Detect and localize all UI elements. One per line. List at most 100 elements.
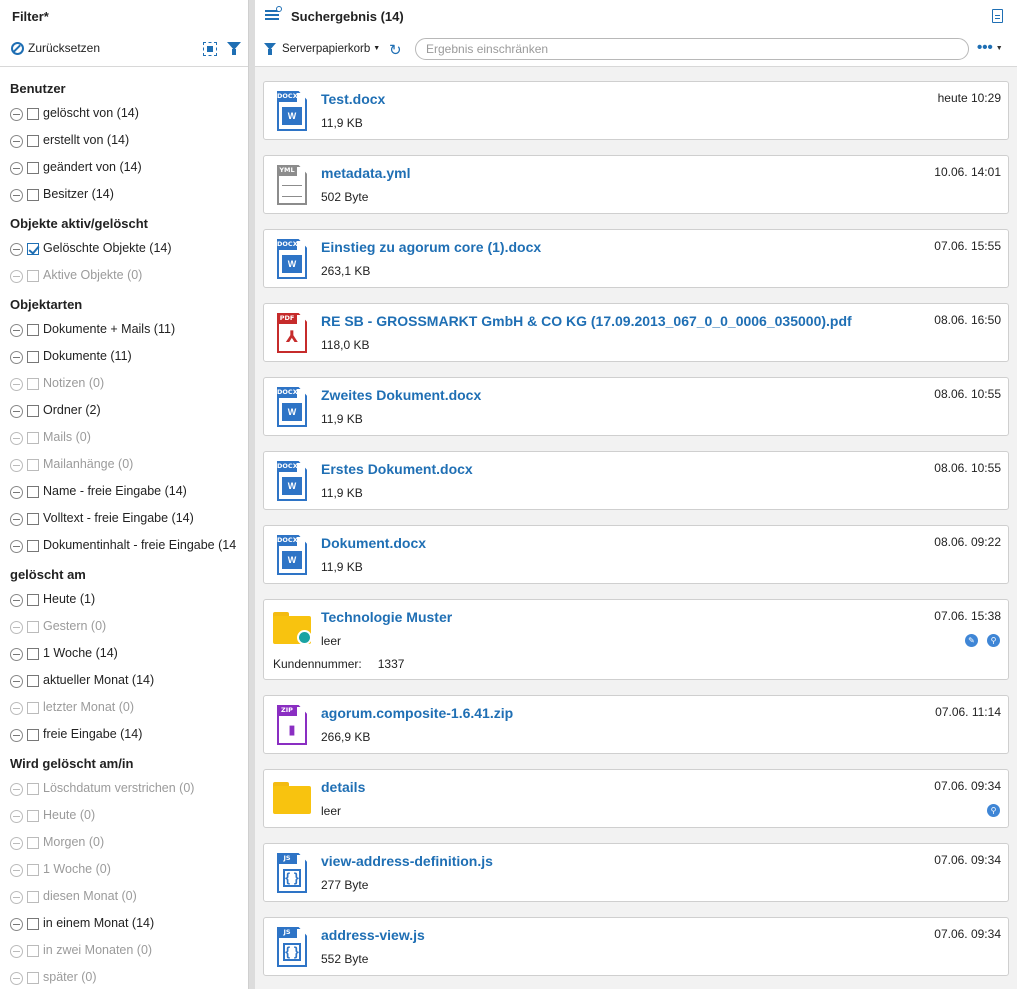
search-icon[interactable]: ⚲ (987, 804, 1000, 817)
filter-checkbox[interactable] (27, 351, 39, 363)
result-card[interactable]: YML metadata.yml 502 Byte 10.06. 14:01 (263, 155, 1009, 214)
filter-settings-icon[interactable] (227, 42, 241, 55)
exclude-icon[interactable] (10, 675, 23, 688)
exclude-icon[interactable] (10, 108, 23, 121)
filter-checkbox[interactable] (27, 540, 39, 552)
result-name-link[interactable]: Dokument.docx (321, 535, 426, 551)
filter-checkbox[interactable] (27, 324, 39, 336)
result-card[interactable]: DOCX W Test.docx 11,9 KB heute 10:29 (263, 81, 1009, 140)
filter-checkbox[interactable] (27, 621, 39, 633)
filter-option[interactable]: Besitzer (14) (0, 187, 248, 214)
filter-checkbox[interactable] (27, 432, 39, 444)
filter-checkbox[interactable] (27, 729, 39, 741)
exclude-icon[interactable] (10, 648, 23, 661)
filter-checkbox[interactable] (27, 702, 39, 714)
filter-checkbox[interactable] (27, 135, 39, 147)
filter-option[interactable]: Name - freie Eingabe (14) (0, 484, 248, 511)
result-card[interactable]: DOCX W Einstieg zu agorum core (1).docx 263… (263, 229, 1009, 288)
filter-checkbox[interactable] (27, 405, 39, 417)
result-name-link[interactable]: view-address-definition.js (321, 853, 493, 869)
filter-checkbox[interactable] (27, 918, 39, 930)
filter-option[interactable]: aktueller Monat (14) (0, 673, 248, 700)
filter-checkbox[interactable] (27, 270, 39, 282)
result-name-link[interactable]: metadata.yml (321, 165, 410, 181)
filter-option[interactable]: gelöscht von (14) (0, 106, 248, 133)
result-name-link[interactable]: RE SB - GROSSMARKT GmbH & CO KG (17.09.2… (321, 313, 852, 329)
exclude-icon[interactable] (10, 864, 23, 877)
exclude-icon[interactable] (10, 189, 23, 202)
search-icon[interactable]: ⚲ (987, 634, 1000, 647)
filter-checkbox[interactable] (27, 594, 39, 606)
panel-splitter[interactable] (248, 0, 255, 989)
result-card[interactable]: ZIP ▮ agorum.composite-1.6.41.zip 266,9 KB 0… (263, 695, 1009, 754)
more-menu-button[interactable]: ••• ▼ (977, 39, 1003, 56)
result-name-link[interactable]: address-view.js (321, 927, 425, 943)
exclude-icon[interactable] (10, 432, 23, 445)
filter-option[interactable]: Dokumentinhalt - freie Eingabe (14 (0, 538, 248, 565)
exclude-icon[interactable] (10, 162, 23, 175)
filter-checkbox[interactable] (27, 783, 39, 795)
filter-checkbox[interactable] (27, 648, 39, 660)
result-name-link[interactable]: Erstes Dokument.docx (321, 461, 473, 477)
exclude-icon[interactable] (10, 459, 23, 472)
filter-checkbox[interactable] (27, 189, 39, 201)
filter-option[interactable]: freie Eingabe (14) (0, 727, 248, 754)
exclude-icon[interactable] (10, 135, 23, 148)
result-card[interactable]: DOCX W Dokument.docx 11,9 KB 08.06. 09:22 (263, 525, 1009, 584)
source-dropdown[interactable]: Serverpapierkorb ▼ (282, 43, 380, 55)
exclude-icon[interactable] (10, 270, 23, 283)
exclude-icon[interactable] (10, 378, 23, 391)
filter-checkbox[interactable] (27, 972, 39, 984)
result-card[interactable]: PDF ⅄ RE SB - GROSSMARKT GmbH & CO KG (17.… (263, 303, 1009, 362)
filter-checkbox[interactable] (27, 243, 39, 255)
filter-option[interactable]: Dokumente (11) (0, 349, 248, 376)
filter-checkbox[interactable] (27, 864, 39, 876)
filter-option[interactable]: Volltext - freie Eingabe (14) (0, 511, 248, 538)
filter-checkbox[interactable] (27, 945, 39, 957)
exclude-icon[interactable] (10, 243, 23, 256)
result-card[interactable]: Technologie Muster leer 07.06. 15:38 ✎ ⚲ Kund… (263, 599, 1009, 680)
exclude-icon[interactable] (10, 837, 23, 850)
filter-option[interactable]: Heute (1) (0, 592, 248, 619)
filter-checkbox[interactable] (27, 162, 39, 174)
result-name-link[interactable]: details (321, 779, 365, 795)
exclude-icon[interactable] (10, 486, 23, 499)
exclude-icon[interactable] (10, 729, 23, 742)
search-input[interactable] (415, 38, 969, 60)
result-name-link[interactable]: Zweites Dokument.docx (321, 387, 481, 403)
exclude-icon[interactable] (10, 621, 23, 634)
exclude-icon[interactable] (10, 324, 23, 337)
exclude-icon[interactable] (10, 513, 23, 526)
exclude-icon[interactable] (10, 945, 23, 958)
filter-checkbox[interactable] (27, 513, 39, 525)
result-name-link[interactable]: Technologie Muster (321, 609, 452, 625)
document-icon[interactable] (992, 9, 1003, 23)
exclude-icon[interactable] (10, 594, 23, 607)
result-card[interactable]: DOCX W Zweites Dokument.docx 11,9 KB 08.06. … (263, 377, 1009, 436)
filter-checkbox[interactable] (27, 378, 39, 390)
filter-checkbox[interactable] (27, 891, 39, 903)
result-name-link[interactable]: agorum.composite-1.6.41.zip (321, 705, 513, 721)
select-area-icon[interactable] (203, 42, 217, 56)
filter-checkbox[interactable] (27, 486, 39, 498)
filter-option[interactable]: erstellt von (14) (0, 133, 248, 160)
reset-button[interactable]: Zurücksetzen (11, 41, 100, 55)
filter-option[interactable]: Ordner (2) (0, 403, 248, 430)
result-name-link[interactable]: Test.docx (321, 91, 385, 107)
filter-option[interactable]: 1 Woche (14) (0, 646, 248, 673)
exclude-icon[interactable] (10, 702, 23, 715)
filter-option[interactable]: in einem Monat (14) (0, 916, 248, 943)
result-card[interactable]: DOCX W Erstes Dokument.docx 11,9 KB 08.06. 1… (263, 451, 1009, 510)
exclude-icon[interactable] (10, 972, 23, 985)
filter-option[interactable]: Gelöschte Objekte (14) (0, 241, 248, 268)
filter-checkbox[interactable] (27, 810, 39, 822)
result-name-link[interactable]: Einstieg zu agorum core (1).docx (321, 239, 541, 255)
filter-checkbox[interactable] (27, 459, 39, 471)
exclude-icon[interactable] (10, 783, 23, 796)
filter-checkbox[interactable] (27, 675, 39, 687)
exclude-icon[interactable] (10, 540, 23, 553)
result-card[interactable]: JS { } view-address-definition.js 277 Byte 0… (263, 843, 1009, 902)
filter-option[interactable]: Dokumente + Mails (11) (0, 322, 248, 349)
refresh-icon[interactable]: ↻ (389, 41, 402, 59)
filter-option[interactable]: geändert von (14) (0, 160, 248, 187)
